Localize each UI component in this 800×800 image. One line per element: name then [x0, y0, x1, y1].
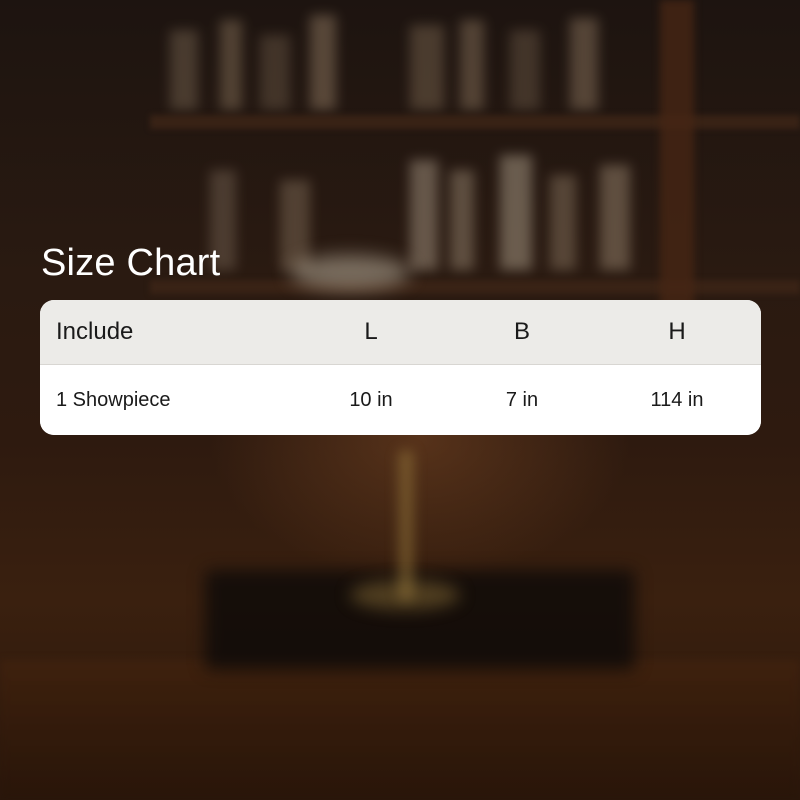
cell-height: 114 in	[650, 388, 704, 411]
table-header-row: Include L B H	[40, 300, 761, 365]
cell-length: 10 in	[349, 388, 393, 411]
table-row: 1 Showpiece 10 in 7 in 114 in	[40, 365, 761, 435]
lamp-stem	[398, 450, 414, 600]
size-chart-title: Size Chart	[41, 242, 221, 284]
header-include: Include	[56, 318, 134, 345]
bookshelf-plank-top	[150, 115, 800, 129]
lamp-shade	[290, 255, 410, 290]
size-chart-table: Include L B H 1 Showpiece 10 in 7 in 114…	[40, 300, 761, 435]
floor-glow	[0, 660, 800, 800]
cell-breadth: 7 in	[505, 388, 539, 411]
bookshelf-plank-middle	[150, 280, 800, 294]
header-breadth: B	[513, 318, 530, 345]
books-row-top	[170, 15, 598, 110]
books-row-middle	[210, 155, 630, 270]
cell-include: 1 Showpiece	[56, 388, 171, 411]
lamp-base	[350, 580, 460, 610]
header-length: L	[364, 318, 378, 345]
bookshelf-post	[660, 0, 694, 320]
header-height: H	[668, 318, 686, 345]
